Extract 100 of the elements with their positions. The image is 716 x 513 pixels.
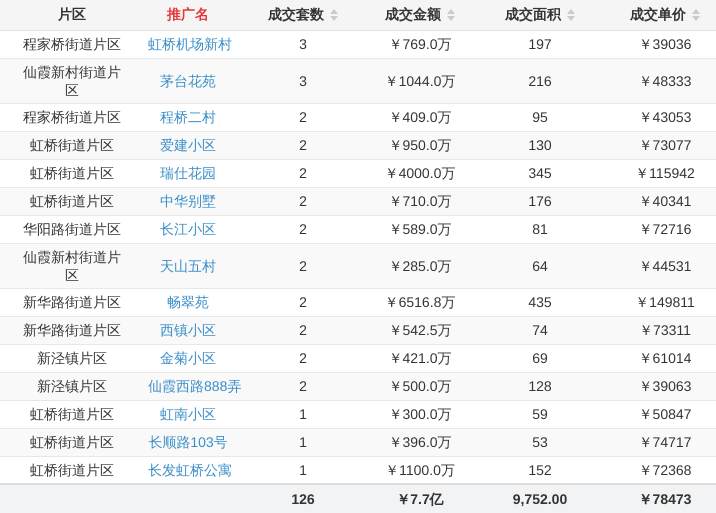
table-cell: ￥73311	[639, 322, 691, 338]
table-cell: ￥1100.0万	[385, 462, 455, 478]
table-cell: 2	[299, 258, 307, 274]
table-cell: 新泾镇片区	[37, 350, 107, 366]
table-cell: ￥40341	[638, 193, 692, 209]
table-cell: 程家桥街道片区	[23, 109, 121, 125]
table-cell: 2	[299, 350, 307, 366]
table-cell: ￥950.0万	[388, 137, 452, 153]
table-cell: ￥409.0万	[388, 109, 452, 125]
table-cell: 95	[532, 109, 548, 125]
table-cell: 176	[528, 193, 552, 209]
table-cell: 新泾镇片区	[37, 378, 107, 394]
table-cell: 2	[299, 109, 307, 125]
column-header[interactable]: 成交套数	[268, 4, 324, 26]
table-cell: ￥73077	[638, 137, 692, 153]
community-link[interactable]: 西镇小区	[160, 322, 216, 338]
table-cell: ￥500.0万	[388, 378, 452, 394]
table-cell: 2	[299, 322, 307, 338]
community-link[interactable]: 中华别墅	[160, 193, 216, 209]
table-cell: 新华路街道片区	[23, 322, 121, 338]
table-cell: 2	[299, 221, 307, 237]
table-cell: ￥39063	[638, 378, 692, 394]
table-cell: ￥50847	[638, 406, 692, 422]
table-cell: 1	[299, 462, 307, 478]
table-cell: 53	[532, 434, 548, 450]
table-cell: 216	[528, 72, 552, 88]
community-link[interactable]: 长江小区	[160, 221, 216, 237]
community-link[interactable]: 长顺路103号	[148, 434, 228, 450]
community-link[interactable]: 虹桥机场新村	[148, 36, 232, 52]
table-cell: 3	[299, 36, 307, 52]
table-cell: 3	[299, 72, 307, 88]
table-cell: 64	[532, 258, 548, 274]
table-cell: 74	[532, 322, 548, 338]
table-cell: ￥300.0万	[388, 406, 452, 422]
total-cell: 9,752.00	[512, 491, 568, 507]
table-cell: 仙霞新村街道片区	[23, 64, 121, 98]
table-cell: ￥48333	[638, 72, 692, 88]
table-cell: 435	[528, 294, 552, 310]
table-cell: 59	[532, 406, 548, 422]
sort-icon[interactable]	[330, 8, 338, 21]
community-link[interactable]: 长发虹桥公寓	[148, 462, 232, 478]
sort-icon[interactable]	[447, 8, 455, 21]
column-header: 片区	[58, 5, 86, 24]
table-cell: ￥769.0万	[388, 36, 452, 52]
table-cell: 2	[299, 294, 307, 310]
community-link[interactable]: 仙霞西路888弄	[148, 378, 242, 394]
table-cell: ￥710.0万	[388, 193, 452, 209]
table-cell: 81	[532, 221, 548, 237]
table-cell: ￥396.0万	[388, 434, 452, 450]
table-cell: 程家桥街道片区	[23, 36, 121, 52]
community-link[interactable]: 天山五村	[160, 258, 216, 274]
table-cell: ￥44531	[638, 258, 692, 274]
table-cell: 虹桥街道片区	[30, 137, 114, 153]
table-cell: 虹桥街道片区	[30, 406, 114, 422]
table-cell: 69	[532, 350, 548, 366]
community-link[interactable]: 爱建小区	[160, 137, 216, 153]
table-cell: ￥589.0万	[388, 221, 452, 237]
table-cell: 虹桥街道片区	[30, 462, 114, 478]
table-cell: 2	[299, 165, 307, 181]
table-cell: 华阳路街道片区	[23, 221, 121, 237]
column-header: 推广名	[167, 5, 209, 24]
table-cell: 虹桥街道片区	[30, 193, 114, 209]
community-link[interactable]: 程桥二村	[160, 109, 216, 125]
table-cell: 新华路街道片区	[23, 294, 121, 310]
table-cell: 197	[528, 36, 552, 52]
table-cell: 130	[528, 137, 552, 153]
column-header[interactable]: 成交单价	[630, 4, 686, 26]
community-link[interactable]: 金菊小区	[160, 350, 216, 366]
column-header[interactable]: 成交面积	[505, 4, 561, 26]
table-cell: ￥43053	[638, 109, 692, 125]
table-cell: ￥61014	[638, 350, 692, 366]
table-cell: 虹桥街道片区	[30, 434, 114, 450]
table-cell: ￥115942	[635, 165, 695, 181]
sort-icon[interactable]	[567, 8, 575, 21]
table-cell: ￥4000.0万	[384, 165, 456, 181]
table-cell: 1	[299, 406, 307, 422]
table-cell: ￥72368	[638, 462, 692, 478]
total-cell: 126	[291, 491, 315, 507]
table-cell: ￥74717	[638, 434, 692, 450]
table-cell: 2	[299, 137, 307, 153]
table-cell: ￥39036	[638, 36, 692, 52]
community-link[interactable]: 虹南小区	[160, 406, 216, 422]
table-cell: ￥149811	[635, 294, 695, 310]
table-cell: 1	[299, 434, 307, 450]
table-cell: ￥6516.8万	[384, 294, 456, 310]
table-cell: ￥72716	[638, 221, 692, 237]
community-link[interactable]: 瑞仕花园	[160, 165, 216, 181]
column-header[interactable]: 成交金额	[385, 4, 441, 26]
sort-icon[interactable]	[692, 8, 700, 21]
table-cell: 152	[528, 462, 552, 478]
table-cell: 仙霞新村街道片区	[23, 248, 121, 282]
table-cell: ￥1044.0万	[384, 72, 456, 88]
table-cell: ￥421.0万	[388, 350, 452, 366]
community-link[interactable]: 畅翠苑	[167, 294, 209, 310]
total-cell: ￥78473	[638, 491, 692, 507]
community-link[interactable]: 茅台花苑	[160, 72, 216, 88]
table-cell: ￥542.5万	[388, 322, 452, 338]
table-cell: ￥285.0万	[388, 258, 452, 274]
table-cell: 虹桥街道片区	[30, 165, 114, 181]
table-cell: 2	[299, 378, 307, 394]
